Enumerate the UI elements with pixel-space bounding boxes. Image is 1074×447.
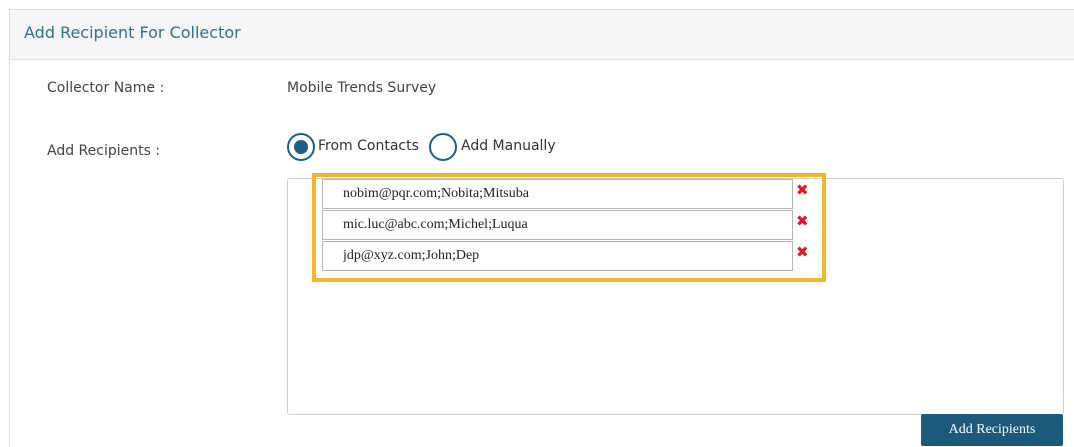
add-recipients-label: Add Recipients :	[47, 143, 161, 159]
recipient-input[interactable]	[322, 179, 793, 209]
add-recipients-button[interactable]: Add Recipients	[921, 414, 1063, 446]
recipient-input[interactable]	[322, 241, 793, 271]
recipient-row: ✖	[322, 210, 812, 240]
add-manually-label[interactable]: Add Manually	[461, 138, 556, 154]
panel-header: Add Recipient For Collector	[10, 10, 1074, 60]
delete-icon[interactable]: ✖	[796, 244, 810, 260]
collector-name-label: Collector Name :	[47, 80, 165, 96]
recipient-row: ✖	[322, 179, 812, 209]
delete-icon[interactable]: ✖	[796, 182, 810, 198]
delete-icon[interactable]: ✖	[796, 213, 810, 229]
recipient-row: ✖	[322, 241, 812, 271]
from-contacts-label[interactable]: From Contacts	[318, 138, 419, 154]
page-title: Add Recipient For Collector	[24, 23, 241, 42]
recipient-input[interactable]	[322, 210, 793, 240]
add-manually-radio[interactable]	[429, 133, 457, 161]
from-contacts-radio[interactable]	[287, 133, 315, 161]
collector-name-value: Mobile Trends Survey	[287, 80, 437, 96]
